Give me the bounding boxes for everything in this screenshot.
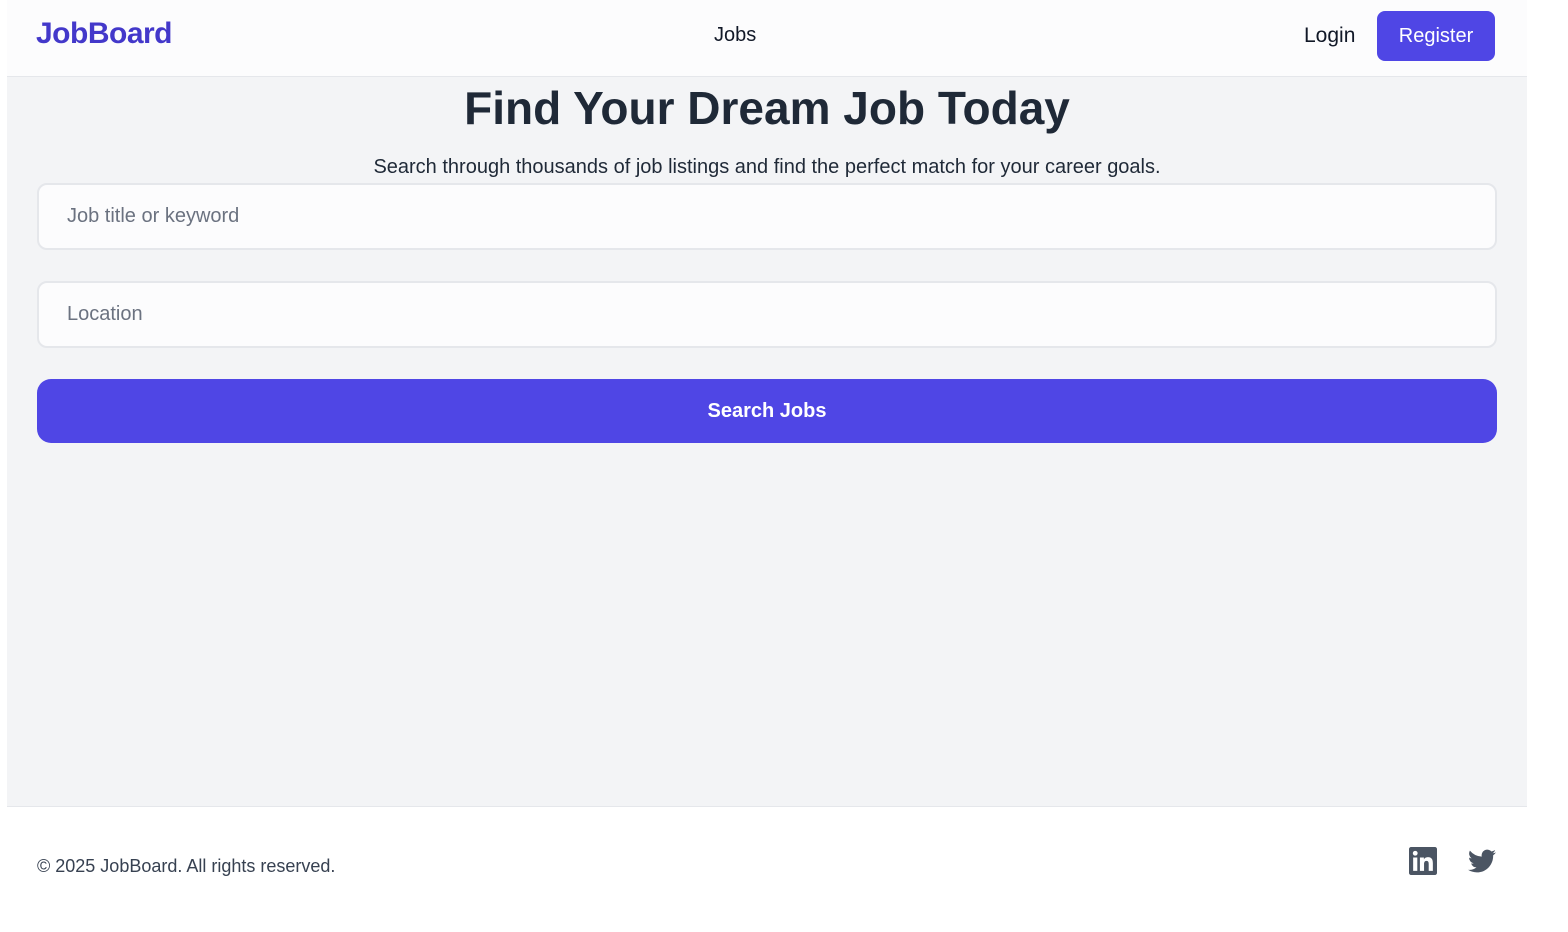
main-content: Find Your Dream Job Today Search through… <box>7 77 1527 807</box>
logo-link[interactable]: JobBoard <box>36 17 173 51</box>
location-input[interactable] <box>37 281 1497 348</box>
login-link[interactable]: Login <box>1304 24 1355 48</box>
page-subtitle: Search through thousands of job listings… <box>373 156 1161 178</box>
navbar: JobBoard Jobs Login Register <box>7 0 1527 77</box>
keyword-input[interactable] <box>37 183 1497 250</box>
nav-link-jobs[interactable]: Jobs <box>714 24 756 47</box>
app: JobBoard Jobs Login Register Find Your D… <box>7 0 1527 932</box>
register-button[interactable]: Register <box>1377 11 1495 61</box>
twitter-icon <box>1468 847 1496 880</box>
footer: © 2025 JobBoard. All rights reserved. <box>7 808 1527 932</box>
twitter-link[interactable] <box>1467 848 1497 878</box>
page-title: Find Your Dream Job Today <box>464 82 1070 134</box>
copyright-text: © 2025 JobBoard. All rights reserved. <box>37 856 336 876</box>
linkedin-icon <box>1409 846 1437 880</box>
linkedin-link[interactable] <box>1408 846 1438 880</box>
search-jobs-button[interactable]: Search Jobs <box>37 379 1497 443</box>
